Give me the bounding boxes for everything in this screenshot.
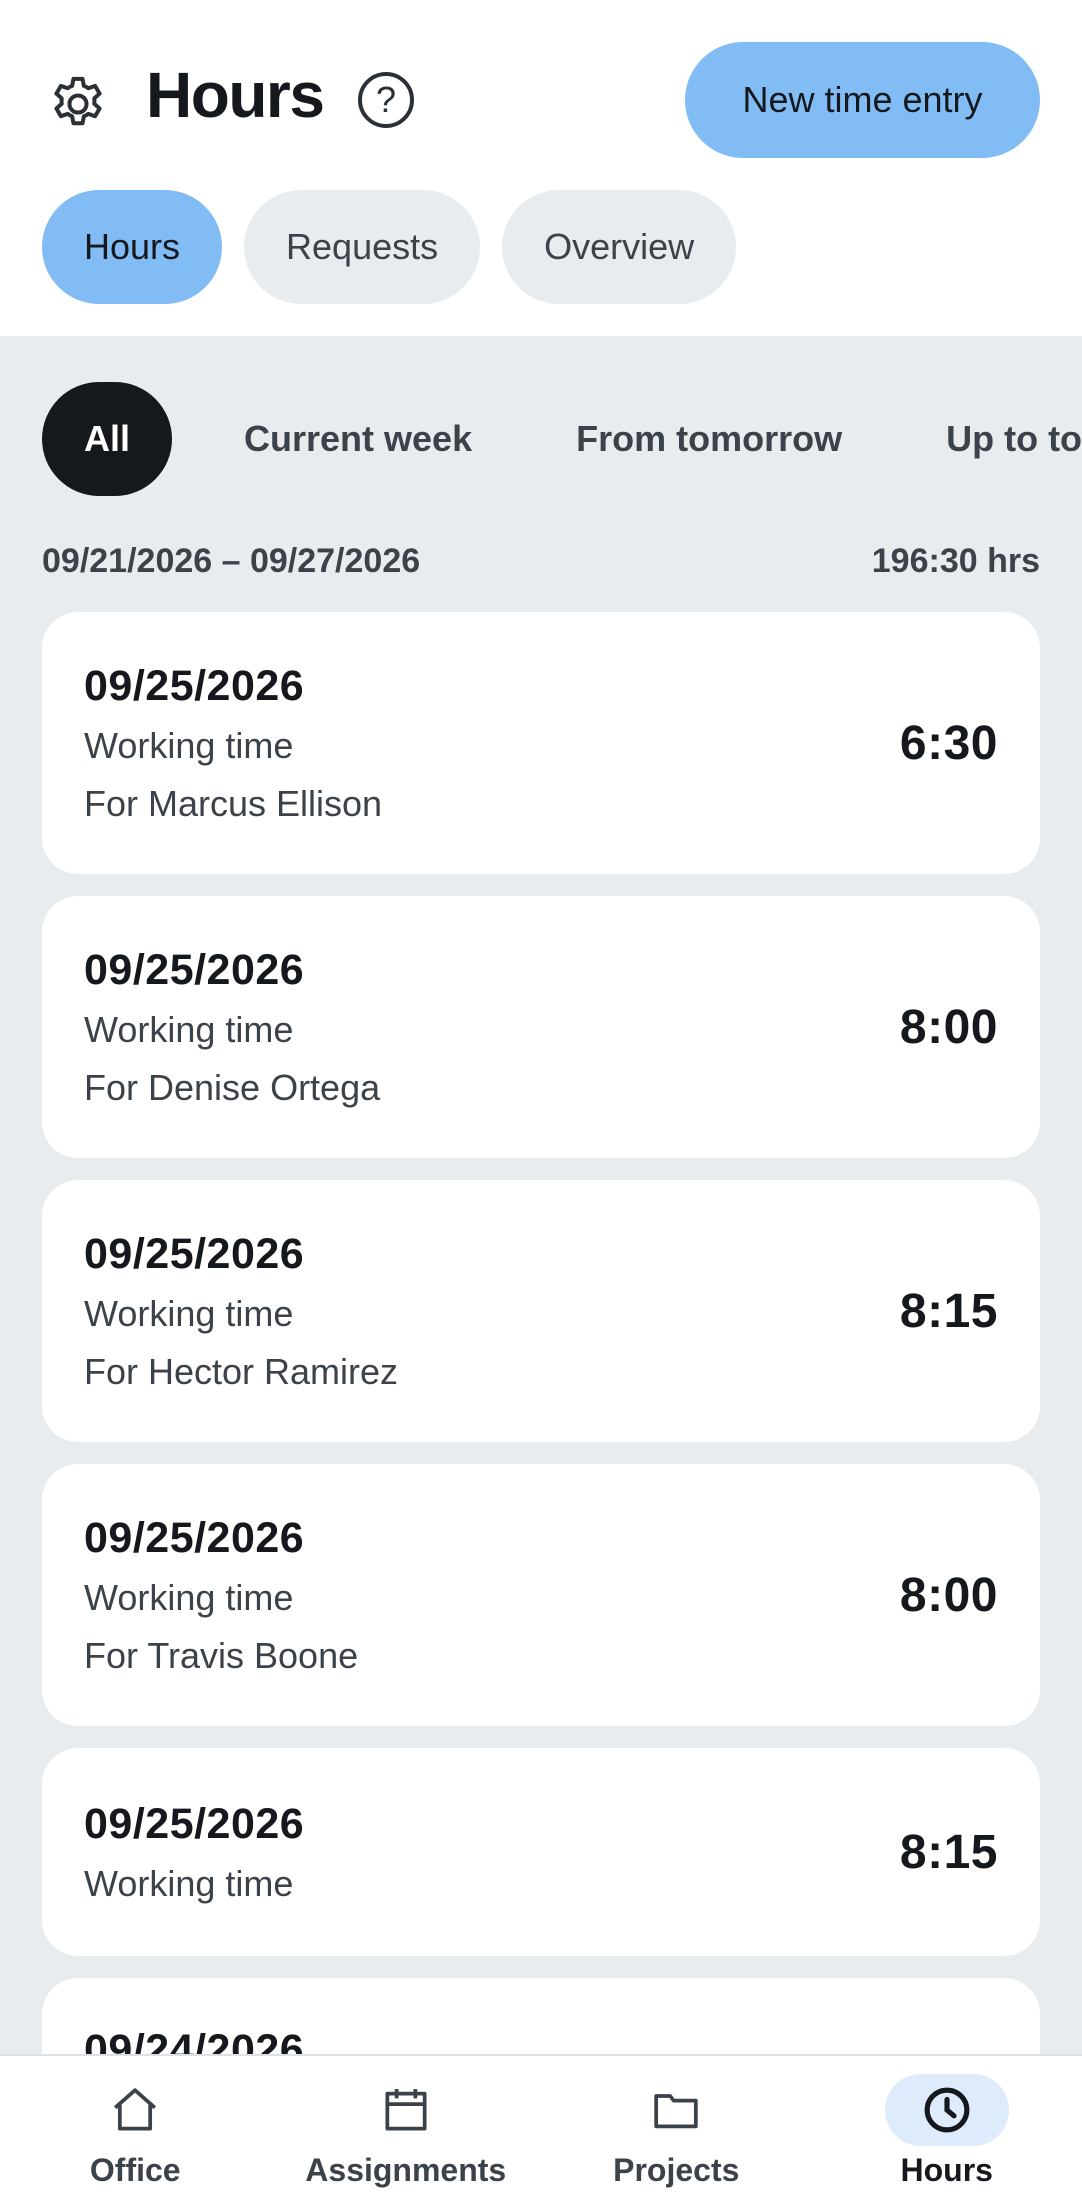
nav-label: Hours [900, 2152, 993, 2188]
gear-icon[interactable] [44, 70, 112, 138]
entry-date: 09/25/2026 [84, 661, 305, 710]
entry-info: 09/25/2026 Working time [84, 1800, 304, 1905]
entry-type: Working time [84, 1292, 294, 1334]
entry-duration: 8:15 [899, 1284, 998, 1338]
entry-type: Working time [84, 1862, 294, 1904]
list-item[interactable]: 09/25/2026 Working time 8:15 [42, 1748, 1040, 1956]
nav-projects[interactable]: Projects [541, 2056, 812, 2202]
bottom-nav: Office Assignments Projects Hours [0, 2054, 1082, 2202]
question-circle-icon[interactable]: ? [358, 72, 414, 128]
filter-from-tomorrow[interactable]: From tomorrow [544, 382, 874, 496]
tab-overview[interactable]: Overview [502, 190, 737, 304]
list-item[interactable]: 09/25/2026 Working time For Hector Ramir… [42, 1180, 1040, 1442]
entry-date: 09/25/2026 [84, 945, 305, 994]
entry-person: For Marcus Ellison [84, 782, 383, 824]
app: Hours ? New time entry Hours Requests Ov… [0, 0, 1082, 2202]
entry-duration: 8:15 [899, 1825, 998, 1879]
filter-up-to-today[interactable]: Up to to [914, 382, 1082, 496]
page-title: Hours [146, 59, 325, 131]
entry-person: For Travis Boone [84, 1634, 359, 1676]
period-total: 196:30 hrs [871, 542, 1040, 580]
header: Hours ? New time entry Hours Requests Ov… [0, 0, 1082, 336]
entry-info: 09/25/2026 Working time For Hector Ramir… [84, 1230, 398, 1393]
entry-duration: 8:00 [899, 1000, 998, 1054]
entry-info: 09/25/2026 Working time For Denise Orteg… [84, 946, 380, 1109]
filter-all[interactable]: All [42, 382, 173, 496]
list-item[interactable]: 09/25/2026 Working time For Travis Boone… [42, 1464, 1040, 1726]
filter-current-week[interactable]: Current week [244, 382, 504, 496]
nav-label: Projects [613, 2152, 740, 2188]
tab-requests[interactable]: Requests [244, 190, 481, 304]
period-range: 09/21/2026 – 09/27/2026 [42, 542, 421, 580]
help-glyph: ? [375, 79, 397, 120]
tab-bar: Hours Requests Overview [42, 190, 737, 304]
house-icon [73, 2074, 197, 2146]
calendar-icon [344, 2074, 468, 2146]
entry-date: 09/25/2026 [84, 1513, 305, 1562]
nav-label: Office [89, 2152, 181, 2188]
entry-type: Working time [84, 1008, 294, 1050]
entry-date: 09/25/2026 [84, 1229, 305, 1278]
filter-chips: All Current week From tomorrow Up to to [42, 382, 1082, 496]
list-item[interactable]: 09/25/2026 Working time For Marcus Ellis… [42, 612, 1040, 874]
new-time-entry-button[interactable]: New time entry [685, 42, 1040, 158]
clock-icon [884, 2074, 1009, 2146]
entry-person: For Hector Ramirez [84, 1350, 399, 1392]
entry-date: 09/25/2026 [84, 1799, 305, 1848]
entry-info: 09/25/2026 Working time For Travis Boone [84, 1514, 358, 1677]
nav-assignments[interactable]: Assignments [271, 2056, 542, 2202]
entry-person: For Denise Ortega [84, 1066, 381, 1108]
entry-type: Working time [84, 1576, 294, 1618]
nav-hours[interactable]: Hours [812, 2056, 1082, 2202]
entry-list: 09/25/2026 Working time For Marcus Ellis… [42, 612, 1040, 2202]
period-header: 09/21/2026 – 09/27/2026 196:30 hrs [42, 542, 1040, 581]
folder-icon [614, 2074, 738, 2146]
entry-duration: 8:00 [899, 1568, 998, 1622]
entry-info: 09/25/2026 Working time For Marcus Ellis… [84, 662, 382, 825]
list-item[interactable]: 09/25/2026 Working time For Denise Orteg… [42, 896, 1040, 1158]
nav-label: Assignments [305, 2152, 507, 2188]
entry-duration: 6:30 [899, 716, 998, 770]
entry-type: Working time [84, 724, 294, 766]
nav-office[interactable]: Office [0, 2056, 271, 2202]
tab-hours[interactable]: Hours [42, 190, 223, 304]
